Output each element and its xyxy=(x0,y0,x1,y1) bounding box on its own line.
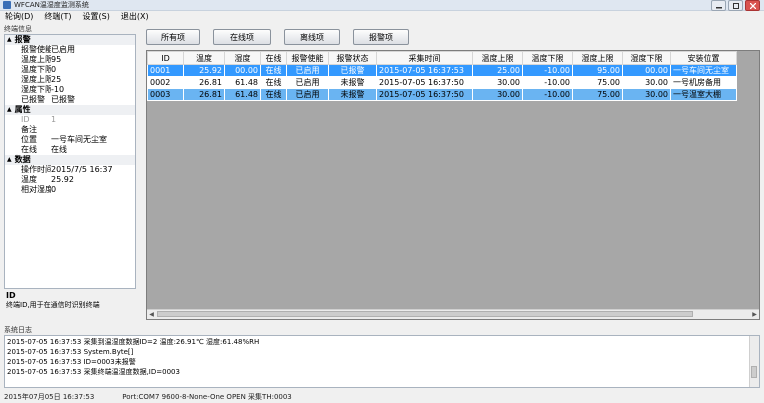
table-row[interactable]: 0001 25.92 00.00 在线 已启用 已报警 2015-07-05 16:37:… xyxy=(147,64,737,77)
collapse-icon[interactable]: ▲ xyxy=(7,155,12,165)
property-row[interactable]: 温度上限 95 xyxy=(5,55,135,65)
horizontal-scrollbar[interactable]: ◀ ▶ xyxy=(147,309,759,319)
status-bar: 2015年07月05日 16:37:53 Port:COM7 9600-8-No… xyxy=(0,392,764,403)
table-row[interactable]: 0002 26.81 61.48 在线 已启用 未报警 2015-07-05 16:37:… xyxy=(147,76,737,89)
menu-poll[interactable]: 轮询(D) xyxy=(5,11,33,23)
collapse-icon[interactable]: ▲ xyxy=(7,105,12,115)
table-row[interactable]: 0003 26.81 61.48 在线 已启用 未报警 2015-07-05 16:37:… xyxy=(147,88,737,101)
log-line: 2015-07-05 16:37:53 采集到温湿度数据ID=2 温度:26.9… xyxy=(7,338,260,346)
terminal-table[interactable]: ID 温度 湿度 在线 报警使能 报警状态 采集时间 温度上限 温度下限 湿度上… xyxy=(146,50,760,320)
column-header[interactable]: 温度下限 xyxy=(522,51,573,65)
scrollbar-thumb[interactable] xyxy=(157,311,693,317)
filter-alarm-button[interactable]: 报警项 xyxy=(353,29,409,45)
column-header[interactable]: 在线 xyxy=(260,51,287,65)
column-header[interactable]: 报警状态 xyxy=(328,51,377,65)
filter-offline-button[interactable]: 离线项 xyxy=(284,29,340,45)
filter-toolbar: 所有项 在线项 离线项 报警项 xyxy=(146,29,409,45)
category-attributes[interactable]: ▲ 属性 xyxy=(5,105,135,115)
column-header[interactable]: 湿度 xyxy=(224,51,261,65)
property-row[interactable]: 备注 xyxy=(5,125,135,135)
property-row[interactable]: 已报警 已报警 xyxy=(5,95,135,105)
filter-all-button[interactable]: 所有项 xyxy=(146,29,200,45)
column-header[interactable]: 湿度下限 xyxy=(622,51,671,65)
data-table: ID 温度 湿度 在线 报警使能 报警状态 采集时间 温度上限 温度下限 湿度上… xyxy=(147,51,737,101)
column-header[interactable]: 温度 xyxy=(183,51,225,65)
collapse-icon[interactable]: ▲ xyxy=(7,35,12,45)
minimize-icon xyxy=(715,6,722,8)
close-button[interactable] xyxy=(745,0,760,11)
column-header[interactable]: ID xyxy=(147,51,184,65)
status-port: Port:COM7 9600-8-None-One OPEN 采集TH:0003 xyxy=(122,393,292,401)
minimize-button[interactable] xyxy=(711,0,726,11)
log-line: 2015-07-05 16:37:53 ID=0003未报警 xyxy=(7,358,136,366)
column-header[interactable]: 湿度上限 xyxy=(572,51,623,65)
maximize-button[interactable] xyxy=(728,0,743,11)
property-row[interactable]: 温度 25.92 xyxy=(5,175,135,185)
scrollbar-thumb[interactable] xyxy=(751,366,757,378)
title-bar: WFCAN温湿度监测系统 xyxy=(0,0,764,11)
property-row[interactable]: ID 1 xyxy=(5,115,135,125)
property-row[interactable]: 在线 在线 xyxy=(5,145,135,155)
status-time: 2015年07月05日 16:37:53 xyxy=(4,393,95,401)
window-controls xyxy=(711,0,760,11)
menu-bar: 轮询(D) 终端(T) 设置(S) 退出(X) xyxy=(0,11,764,23)
description-text: 终端ID,用于在通信时识别终端 xyxy=(6,301,100,309)
log-textbox[interactable]: 2015-07-05 16:37:53 采集到温湿度数据ID=2 温度:26.9… xyxy=(4,335,760,388)
app-icon xyxy=(3,1,11,9)
property-row[interactable]: 湿度上限 25 xyxy=(5,75,135,85)
property-row[interactable]: 温度下限 0 xyxy=(5,65,135,75)
close-icon xyxy=(749,2,756,9)
property-row[interactable]: 操作时间 2015/7/5 16:37 xyxy=(5,165,135,175)
category-alarm[interactable]: ▲ 报警 xyxy=(5,35,135,45)
filter-online-button[interactable]: 在线项 xyxy=(213,29,271,45)
maximize-icon xyxy=(732,2,739,9)
log-title: 系统日志 xyxy=(4,326,32,334)
property-grid[interactable]: ▲ 报警 报警使能 已启用 温度上限 95 温度下限 0 湿度上限 25 湿度下限 -10 … xyxy=(4,34,136,316)
terminal-info-title: 终端信息 xyxy=(4,25,32,33)
column-header[interactable]: 安装位置 xyxy=(670,51,737,65)
property-row[interactable]: 湿度下限 -10 xyxy=(5,85,135,95)
property-row[interactable]: 报警使能 已启用 xyxy=(5,45,135,55)
property-row[interactable]: 位置 一号车间无尘室 xyxy=(5,135,135,145)
column-header[interactable]: 温度上限 xyxy=(472,51,523,65)
vertical-scrollbar[interactable] xyxy=(749,336,759,387)
category-data[interactable]: ▲ 数据 xyxy=(5,155,135,165)
log-line: 2015-07-05 16:37:53 System.Byte[] xyxy=(7,348,134,356)
window-title: WFCAN温湿度监测系统 xyxy=(14,1,89,9)
menu-settings[interactable]: 设置(S) xyxy=(83,11,110,23)
menu-exit[interactable]: 退出(X) xyxy=(121,11,149,23)
menu-terminal[interactable]: 终端(T) xyxy=(44,11,71,23)
column-header[interactable]: 报警使能 xyxy=(286,51,329,65)
column-header[interactable]: 采集时间 xyxy=(376,51,473,65)
property-row[interactable]: 相对湿度 0 xyxy=(5,185,135,195)
log-line: 2015-07-05 16:37:53 采集终端温湿度数据,ID=0003 xyxy=(7,368,180,376)
scroll-left-icon[interactable]: ◀ xyxy=(147,310,156,319)
scroll-right-icon[interactable]: ▶ xyxy=(750,310,759,319)
table-header: ID 温度 湿度 在线 报警使能 报警状态 采集时间 温度上限 温度下限 湿度上… xyxy=(147,51,737,65)
property-description: ID 终端ID,用于在通信时识别终端 xyxy=(4,288,136,316)
description-title: ID xyxy=(6,291,16,300)
